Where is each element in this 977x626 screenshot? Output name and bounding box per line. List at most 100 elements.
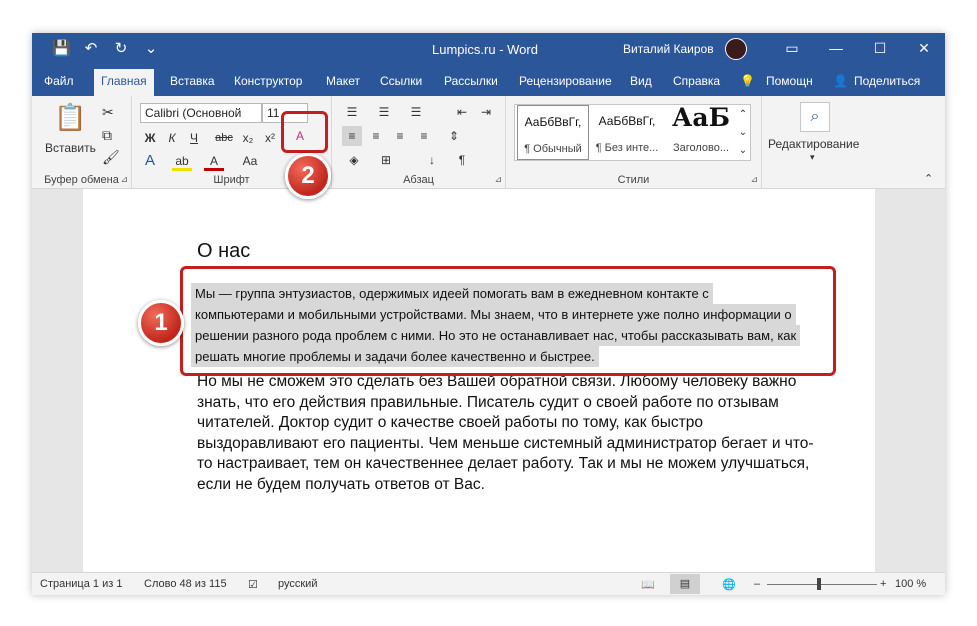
show-marks-icon[interactable]: ¶ (452, 150, 472, 170)
window-controls: ▭ — ☐ ✕ (770, 37, 945, 59)
tab-layout[interactable]: Макет (326, 74, 360, 88)
increase-indent-icon[interactable]: ⇥ (476, 102, 496, 122)
user-name[interactable]: Виталий Каиров (623, 42, 714, 56)
align-center-icon[interactable]: ≡ (366, 126, 386, 146)
customize-qat-icon[interactable]: ⌄ (142, 39, 160, 57)
more-styles-icon[interactable]: ⌄ (735, 141, 751, 161)
quick-access-toolbar: 💾 ↶ ↻ ⌄ (52, 39, 160, 57)
tab-design[interactable]: Конструктор (234, 74, 302, 88)
chevron-down-icon[interactable]: ▾ (810, 152, 815, 163)
font-color-icon[interactable]: A (204, 151, 224, 171)
borders-icon[interactable]: ⊞ (376, 150, 396, 170)
text-effects-icon[interactable]: A (140, 151, 160, 171)
decrease-indent-icon[interactable]: ⇤ (452, 102, 472, 122)
sort-icon[interactable]: ↓ (422, 150, 442, 170)
styles-gallery: АаБбВвГг, ¶ Обычный АаБбВвГг, ¶ Без инте… (514, 103, 751, 161)
tab-mailings[interactable]: Рассылки (444, 74, 498, 88)
editing-button[interactable]: Редактирование (768, 137, 859, 151)
search-icon[interactable]: ⌕ (800, 102, 830, 132)
tab-insert[interactable]: Вставка (170, 74, 215, 88)
callout-frame-clear-format (281, 111, 328, 153)
zoom-out-button[interactable]: – (754, 578, 760, 590)
language[interactable]: русский (278, 578, 317, 590)
shading-icon[interactable]: ◈ (344, 150, 364, 170)
proofing-icon[interactable]: ☑ (248, 578, 258, 591)
font-name-combo[interactable]: Calibri (Основной (140, 103, 262, 123)
bullets-icon[interactable]: ☰ (342, 102, 362, 122)
dialog-launcher-icon[interactable]: ⊿ (750, 174, 758, 185)
highlight-icon[interactable]: ab (172, 151, 192, 171)
style-normal[interactable]: АаБбВвГг, ¶ Обычный (517, 105, 589, 160)
paste-button[interactable]: Вставить (45, 141, 96, 155)
collapse-ribbon-icon[interactable]: ⌃ (924, 172, 933, 185)
format-painter-icon[interactable]: 🖌 (102, 149, 120, 166)
ribbon: 📋 Вставить ✂ ⧉ 🖌 Буфер обмена ⊿ Calibri … (32, 96, 945, 189)
doc-heading[interactable]: О нас (197, 240, 250, 263)
dialog-launcher-icon[interactable]: ⊿ (120, 174, 128, 185)
style-name: ¶ Обычный (524, 143, 582, 155)
redo-icon[interactable]: ↻ (112, 39, 130, 57)
body-paragraph[interactable]: Но мы не сможем это сделать без Вашей об… (197, 372, 817, 495)
zoom-slider-thumb[interactable] (817, 578, 821, 590)
document-page[interactable]: О нас Мы — группа энтузиастов, одержимых… (83, 189, 875, 572)
read-mode-icon[interactable]: 📖 (641, 578, 655, 591)
share-icon[interactable]: 👤 (833, 74, 848, 88)
tab-references[interactable]: Ссылки (380, 74, 422, 88)
align-left-icon[interactable]: ≡ (342, 126, 362, 146)
zoom-slider[interactable] (767, 584, 877, 585)
chevron-down-icon[interactable]: ⌄ (735, 123, 751, 143)
style-name: ¶ Без инте... (595, 142, 659, 154)
tab-file[interactable]: Файл (44, 74, 74, 88)
close-icon[interactable]: ✕ (902, 37, 945, 59)
bold-button[interactable]: Ж (140, 128, 160, 148)
style-no-spacing[interactable]: АаБбВвГг, ¶ Без инте... (591, 105, 663, 160)
style-heading[interactable]: АаБ Заголово... (665, 103, 737, 160)
zoom-level[interactable]: 100 % (895, 578, 926, 590)
print-layout-icon[interactable]: ▤ (670, 574, 700, 594)
copy-icon[interactable]: ⧉ (102, 127, 112, 144)
avatar[interactable] (725, 38, 747, 60)
tab-tell-me[interactable]: Помощн (766, 74, 813, 88)
ribbon-options-icon[interactable]: ▭ (770, 37, 814, 59)
tab-review[interactable]: Рецензирование (519, 74, 612, 88)
clipboard-group-label: Буфер обмена (44, 174, 119, 186)
ribbon-tabs: Файл Главная Вставка Конструктор Макет С… (32, 65, 945, 96)
callout-badge-1: 1 (138, 300, 184, 346)
paste-icon[interactable]: 📋 (54, 102, 86, 133)
subscript-button[interactable]: x₂ (238, 128, 258, 148)
undo-icon[interactable]: ↶ (82, 39, 100, 57)
align-right-icon[interactable]: ≡ (390, 126, 410, 146)
paragraph-group-label: Абзац (403, 174, 434, 186)
minimize-icon[interactable]: — (814, 37, 858, 59)
chevron-up-icon[interactable]: ⌃ (735, 105, 751, 125)
maximize-icon[interactable]: ☐ (858, 37, 902, 59)
document-canvas: О нас Мы — группа энтузиастов, одержимых… (32, 189, 945, 572)
paragraph-group: ☰ ☰ ☰ ⇤ ⇥ ≡ ≡ ≡ ≡ ⇕ ◈ ⊞ ↓ ¶ Абзац ⊿ (332, 96, 506, 189)
dialog-launcher-icon[interactable]: ⊿ (494, 174, 502, 185)
strikethrough-button[interactable]: abc (214, 128, 234, 148)
tell-me-icon[interactable]: 💡 (740, 74, 755, 88)
cut-icon[interactable]: ✂ (102, 104, 114, 121)
clipboard-group: 📋 Вставить ✂ ⧉ 🖌 Буфер обмена ⊿ (32, 96, 132, 189)
tab-view[interactable]: Вид (630, 74, 652, 88)
share-button[interactable]: Поделиться (854, 74, 920, 88)
italic-button[interactable]: К (162, 128, 182, 148)
page-count[interactable]: Страница 1 из 1 (40, 578, 122, 590)
underline-button[interactable]: Ч (184, 128, 204, 148)
save-icon[interactable]: 💾 (52, 39, 71, 57)
justify-icon[interactable]: ≡ (414, 126, 434, 146)
multilevel-list-icon[interactable]: ☰ (406, 102, 426, 122)
style-name: Заголово... (672, 142, 730, 154)
tab-help[interactable]: Справка (673, 74, 720, 88)
tab-home[interactable]: Главная (94, 69, 154, 96)
change-case-icon[interactable]: Aa (240, 151, 260, 171)
word-count[interactable]: Слово 48 из 115 (144, 578, 227, 590)
web-layout-icon[interactable]: 🌐 (722, 578, 736, 591)
style-preview: АаБбВвГг, (524, 115, 582, 129)
numbering-icon[interactable]: ☰ (374, 102, 394, 122)
zoom-in-button[interactable]: + (880, 578, 886, 590)
superscript-button[interactable]: x² (260, 128, 280, 148)
callout-frame-selection (180, 266, 836, 376)
line-spacing-icon[interactable]: ⇕ (444, 126, 464, 146)
status-bar: Страница 1 из 1 Слово 48 из 115 ☑ русски… (32, 572, 945, 595)
